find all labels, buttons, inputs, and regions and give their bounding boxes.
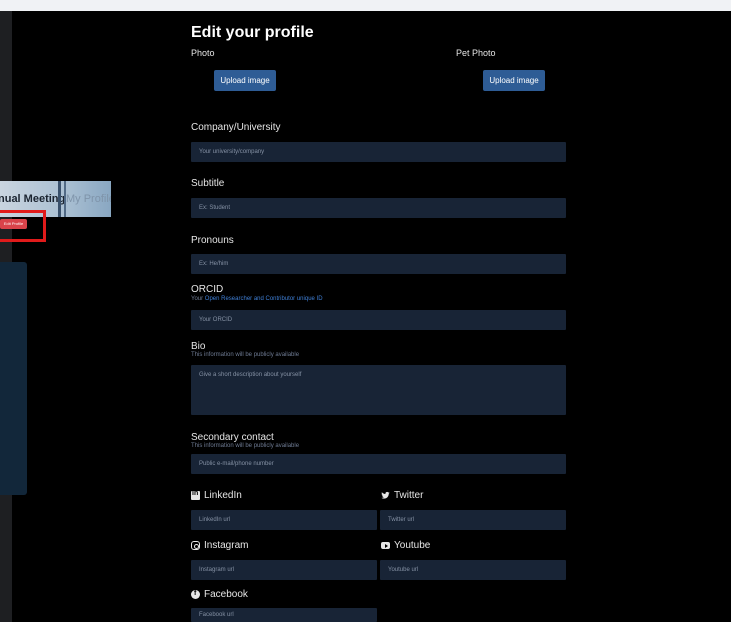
orcid-label: ORCID xyxy=(191,284,224,295)
instagram-label-text: Instagram xyxy=(204,540,249,551)
twitter-icon xyxy=(381,491,390,500)
orcid-info-link[interactable]: Open Researcher and Contributor unique I… xyxy=(205,296,323,302)
instagram-icon xyxy=(191,541,200,550)
subtitle-input[interactable]: Ex: Student xyxy=(191,198,566,218)
photo-label: Photo xyxy=(191,48,215,58)
background-panel xyxy=(0,262,27,495)
facebook-icon xyxy=(191,590,200,599)
facebook-label: Facebook xyxy=(191,589,248,600)
subtitle-label: Subtitle xyxy=(191,178,225,189)
secondary-contact-input[interactable]: Public e-mail/phone number xyxy=(191,454,566,474)
orcid-hint: Your Open Researcher and Contributor uni… xyxy=(191,296,323,302)
facebook-input[interactable]: Facebook url xyxy=(191,608,377,622)
modal-title: Edit your profile xyxy=(191,24,314,41)
secondary-contact-label: Secondary contact xyxy=(191,432,274,443)
twitter-label-text: Twitter xyxy=(394,490,424,501)
linkedin-label: LinkedIn xyxy=(191,490,242,501)
company-input[interactable]: Your university/company xyxy=(191,142,566,162)
upload-pet-photo-button[interactable]: Upload image xyxy=(483,70,545,91)
youtube-input[interactable]: Youtube url xyxy=(380,560,566,580)
youtube-label: Youtube xyxy=(381,540,430,551)
highlight-box xyxy=(0,210,46,242)
orcid-input[interactable]: Your ORCID xyxy=(191,310,566,330)
my-profile-tab[interactable]: My Profile xyxy=(66,193,111,205)
youtube-icon xyxy=(381,542,390,549)
pet-photo-label: Pet Photo xyxy=(456,48,496,58)
facebook-label-text: Facebook xyxy=(204,589,248,600)
secondary-contact-hint: This information will be publicly availa… xyxy=(191,443,300,449)
meeting-title: nual Meeting xyxy=(0,193,66,205)
instagram-label: Instagram xyxy=(191,540,248,551)
linkedin-label-text: LinkedIn xyxy=(204,490,242,501)
bio-hint: This information will be publicly availa… xyxy=(191,352,300,358)
bio-label: Bio xyxy=(191,341,206,352)
linkedin-input[interactable]: LinkedIn url xyxy=(191,510,377,530)
pronouns-label: Pronouns xyxy=(191,235,234,246)
banner-divider xyxy=(58,181,61,217)
twitter-label: Twitter xyxy=(381,490,423,501)
top-strip xyxy=(0,0,731,11)
twitter-input[interactable]: Twitter url xyxy=(380,510,566,530)
upload-photo-button[interactable]: Upload image xyxy=(214,70,276,91)
linkedin-icon xyxy=(191,490,200,500)
youtube-label-text: Youtube xyxy=(394,540,431,551)
bio-textarea[interactable]: Give a short description about yourself xyxy=(191,365,566,415)
company-label: Company/University xyxy=(191,122,281,133)
pronouns-input[interactable]: Ex: He/him xyxy=(191,254,566,274)
orcid-hint-prefix: Your xyxy=(191,296,205,302)
instagram-input[interactable]: Instagram url xyxy=(191,560,377,580)
edit-profile-modal: Edit your profile Photo Upload image Pet… xyxy=(178,11,731,622)
